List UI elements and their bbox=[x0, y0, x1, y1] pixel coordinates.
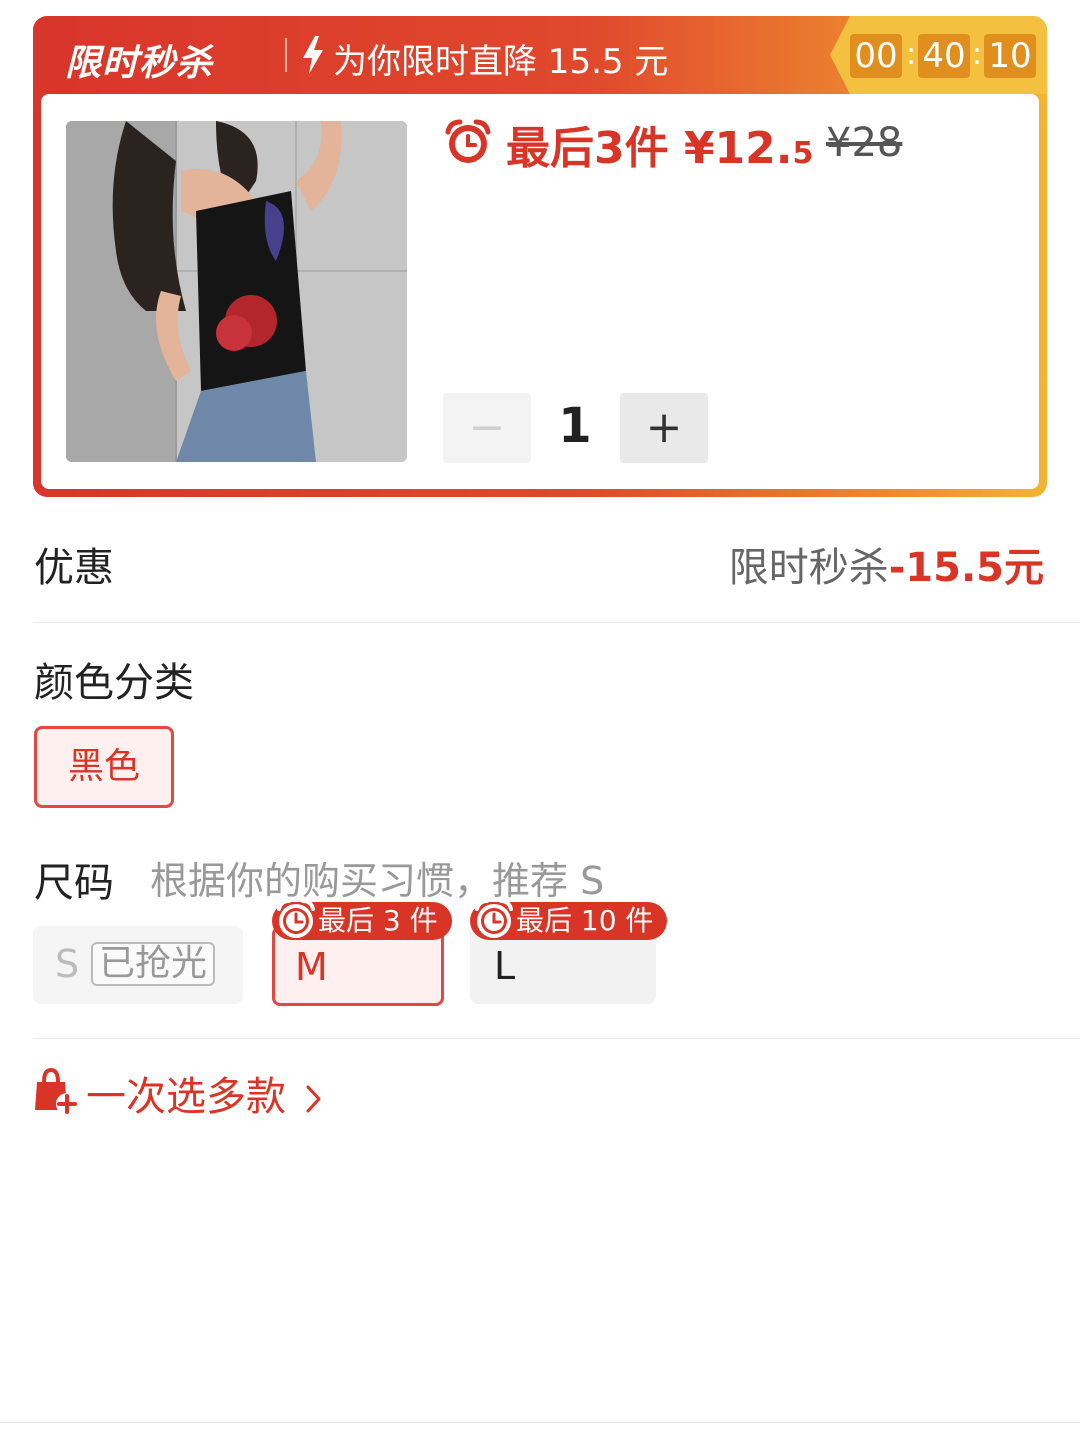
plus-icon: + bbox=[645, 402, 683, 453]
shopping-bag-plus-icon[interactable] bbox=[33, 1066, 79, 1116]
alarm-clock-icon bbox=[277, 899, 315, 938]
alarm-clock-icon bbox=[445, 119, 491, 163]
flash-sale-description: 为你限时直降 15.5 元 bbox=[333, 42, 669, 82]
promotion-label: 优惠 bbox=[34, 545, 114, 591]
countdown-timer: 00 : 40 : 10 bbox=[830, 16, 1047, 94]
low-stock-badge: 最后 3 件 bbox=[272, 899, 452, 940]
size-letter: S bbox=[55, 942, 80, 986]
chevron-right-icon bbox=[306, 1085, 321, 1113]
product-photo-illustration bbox=[66, 121, 407, 462]
timer-hours: 00 bbox=[850, 34, 902, 78]
divider bbox=[33, 1038, 1080, 1039]
promotion-name: 限时秒杀 bbox=[728, 545, 889, 591]
timer-colon: : bbox=[906, 37, 917, 72]
multi-select-label: 一次选多款 bbox=[86, 1074, 286, 1120]
promotion-amount: -15.5元 bbox=[888, 545, 1044, 591]
timer-colon: : bbox=[972, 37, 983, 72]
flash-sale-title: 限时秒杀 bbox=[65, 43, 214, 84]
multi-select-link[interactable]: 一次选多款 bbox=[86, 1064, 325, 1122]
minus-icon: − bbox=[468, 402, 506, 453]
flash-sale-banner: 限时秒杀 为你限时直降 15.5 元 00 : 40 : 10 bbox=[33, 16, 1047, 94]
size-section-label: 尺码 bbox=[34, 860, 114, 906]
low-stock-badge: 最后 10 件 bbox=[470, 899, 668, 940]
original-price: ¥28 bbox=[826, 120, 903, 166]
product-image[interactable] bbox=[66, 121, 407, 462]
color-option-black[interactable]: 黑色 bbox=[34, 726, 174, 808]
bottom-divider bbox=[0, 1422, 1080, 1423]
sold-out-tag: 已抢光 bbox=[91, 942, 216, 986]
size-recommendation-hint: 根据你的购买习惯，推荐 S bbox=[150, 859, 605, 903]
divider bbox=[33, 622, 1080, 623]
timer-minutes: 40 bbox=[918, 34, 970, 78]
quantity-value[interactable]: 1 bbox=[545, 398, 605, 454]
timer-seconds: 10 bbox=[984, 34, 1036, 78]
low-stock-text: 最后 10 件 bbox=[516, 904, 654, 937]
price-decimal: 5 bbox=[792, 136, 814, 171]
flash-price: 最后3件 ¥12.5 bbox=[506, 112, 813, 176]
quantity-decrease-button[interactable]: − bbox=[443, 393, 531, 463]
low-stock-text: 最后 3 件 bbox=[318, 904, 438, 937]
size-option-s[interactable]: S 已抢光 bbox=[33, 926, 243, 1004]
stock-price-text: 最后3件 ¥12. bbox=[506, 123, 793, 174]
quantity-increase-button[interactable]: + bbox=[620, 393, 708, 463]
banner-divider bbox=[285, 38, 287, 72]
size-letter: L bbox=[494, 944, 516, 988]
color-section-label: 颜色分类 bbox=[34, 660, 194, 706]
size-letter: M bbox=[295, 945, 328, 989]
promotion-detail[interactable]: 限时秒杀-15.5元 bbox=[729, 535, 1044, 593]
lightning-icon bbox=[303, 36, 323, 74]
alarm-clock-icon bbox=[475, 899, 513, 938]
